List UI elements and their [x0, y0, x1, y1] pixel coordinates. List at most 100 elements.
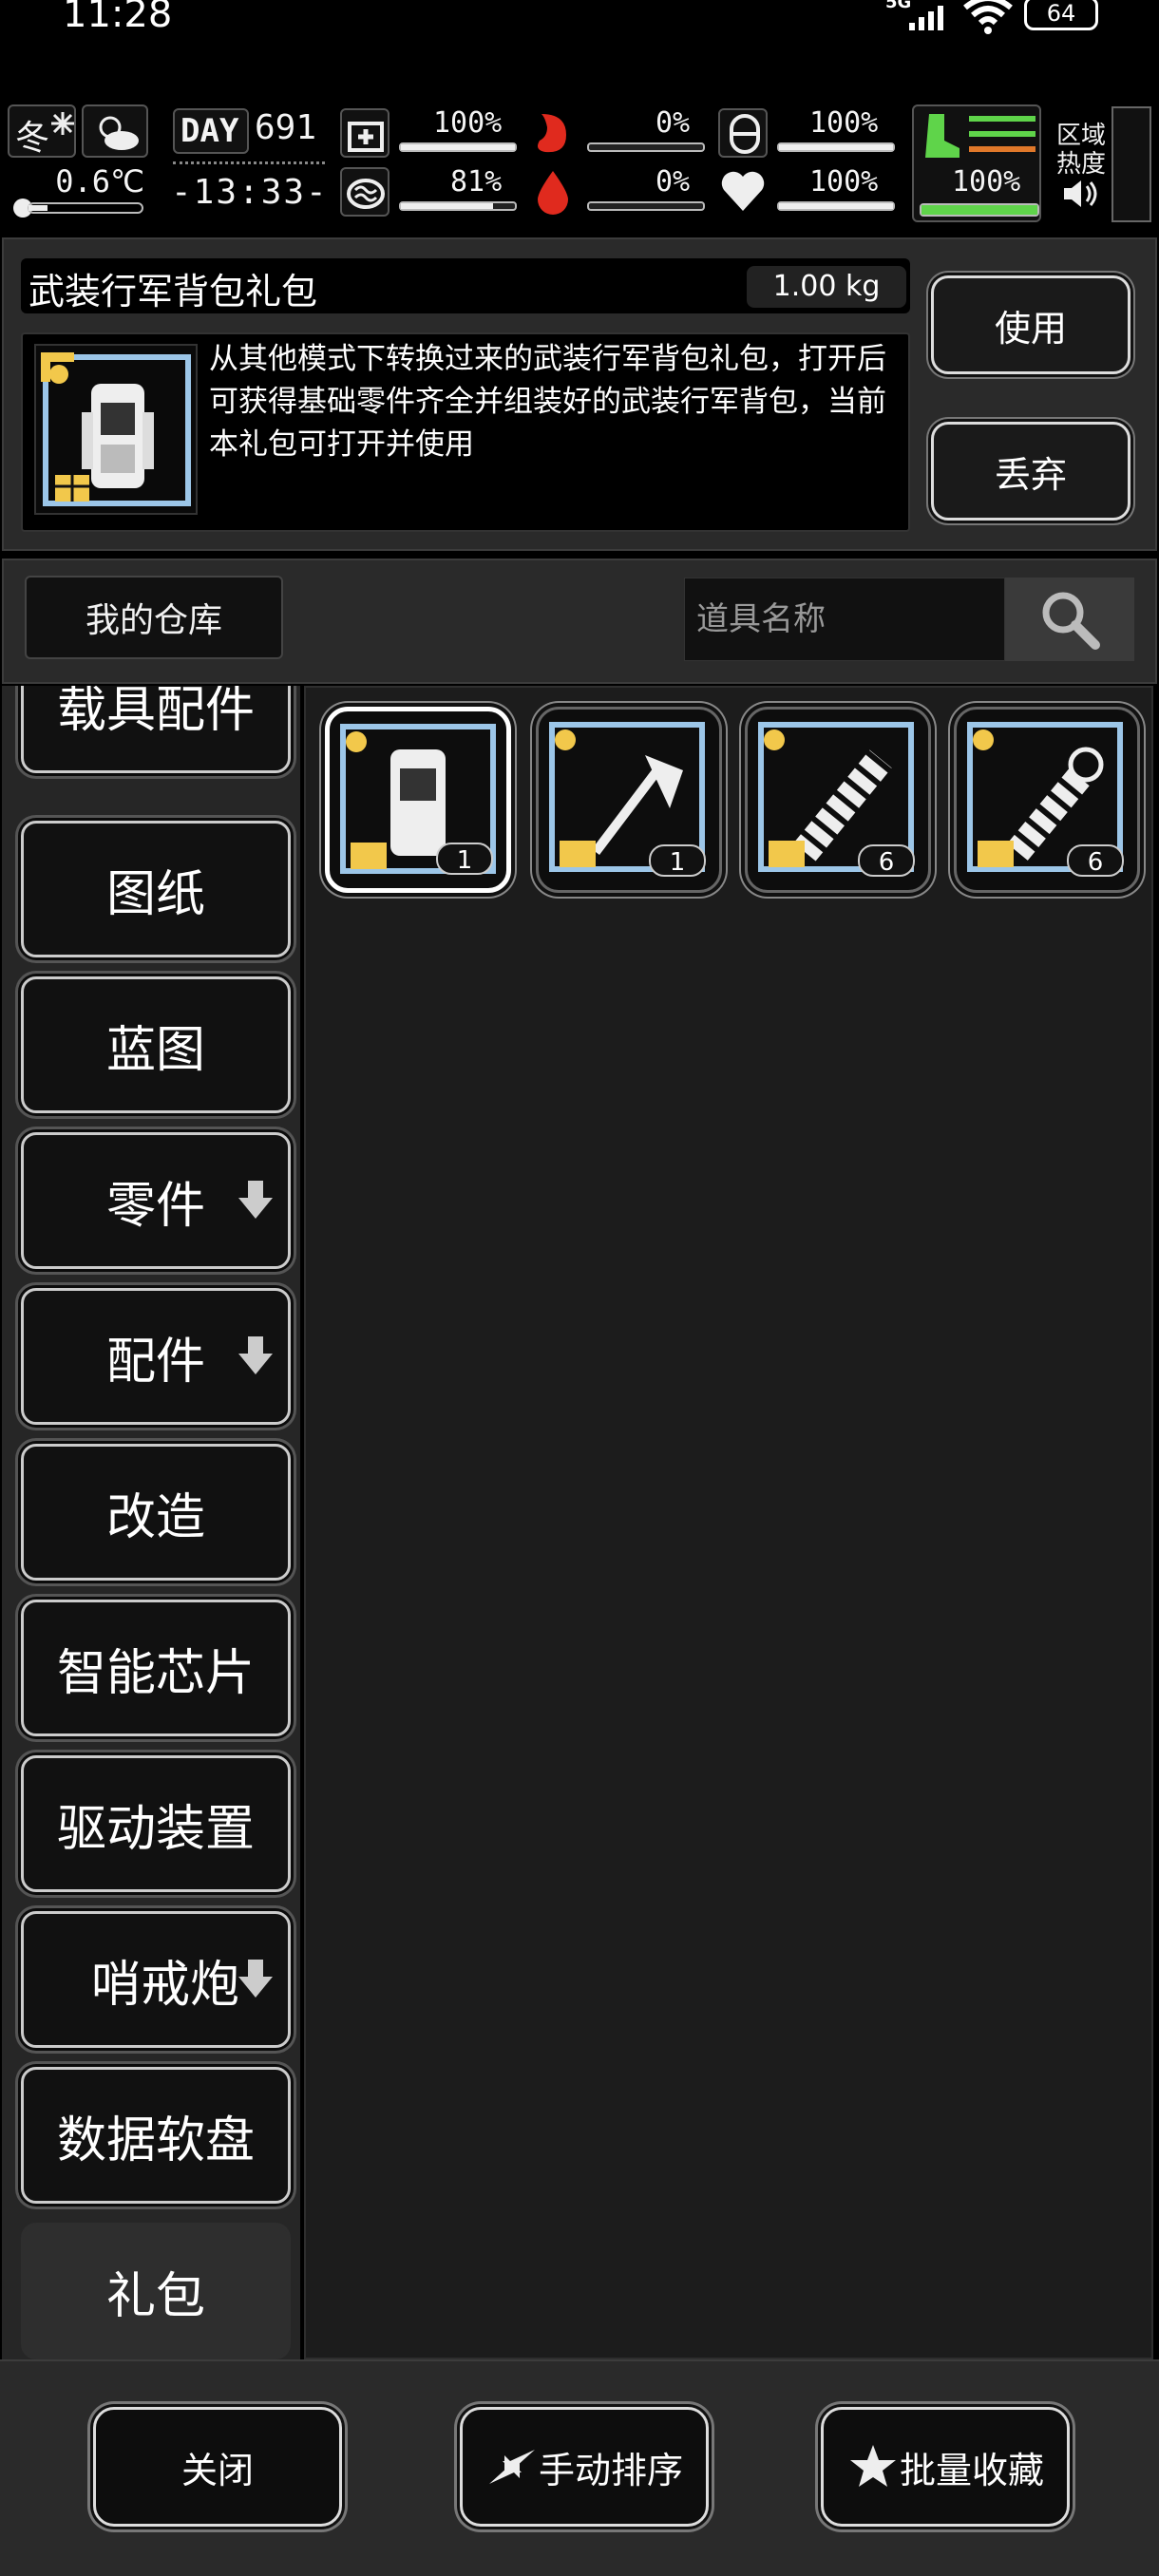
category-label: 配件	[105, 1333, 205, 1391]
inventory-slot[interactable]: 1	[325, 707, 511, 893]
health-bar-fill	[401, 144, 515, 150]
close-button[interactable]: 关闭	[93, 2407, 342, 2527]
season-label: 冬	[15, 119, 50, 158]
category-smart-chips[interactable]: 智能芯片	[21, 1600, 291, 1736]
drop-button[interactable]: 丢弃	[931, 422, 1130, 521]
category-gift-packs[interactable]: 礼包	[21, 2223, 291, 2359]
chevron-down-icon	[238, 1336, 273, 1374]
brain-icon	[347, 179, 385, 209]
stamina-box: 100%	[912, 104, 1041, 222]
capsule-icon	[730, 114, 760, 154]
weather-box	[82, 104, 148, 158]
category-sidebar[interactable]: 载具配件 图纸 蓝图 零件 配件 改造 智能芯片 驱动装置 哨戒炮 数据软盘 礼…	[2, 686, 300, 2359]
stamina-line-3	[969, 146, 1036, 152]
heart-icon	[721, 171, 765, 211]
inventory-slot[interactable]: 6	[745, 707, 931, 893]
wifi-icon	[963, 0, 1013, 34]
category-data-disks[interactable]: 数据软盘	[21, 2067, 291, 2204]
game-time: -13:33-	[171, 173, 329, 212]
category-blueprints[interactable]: 蓝图	[21, 976, 291, 1113]
item-count: 1	[649, 844, 706, 877]
item-preview	[34, 344, 198, 515]
category-label: 改造	[105, 1488, 205, 1546]
armor-bar	[777, 142, 895, 152]
inventory-slot[interactable]: 1	[536, 707, 722, 893]
item-description: 从其他模式下转换过来的武装行军背包礼包，打开后可获得基础零件齐全并组装好的武装行…	[209, 342, 886, 462]
temperature-box: 0.6℃	[8, 161, 148, 222]
medkit-icon	[348, 122, 384, 152]
day-label: DAY	[180, 112, 239, 150]
brain-bar-fill	[401, 203, 494, 209]
category-label: 图纸	[105, 865, 205, 923]
sort-arrows-icon	[488, 2450, 535, 2484]
search-button[interactable]	[1005, 578, 1134, 661]
armor-box	[718, 108, 768, 158]
item-weight: 1.00 kg	[747, 266, 906, 308]
category-label: 驱动装置	[56, 1800, 255, 1858]
temperature-value: 0.6℃	[55, 163, 144, 199]
category-sentry-guns[interactable]: 哨戒炮	[21, 1911, 291, 2048]
day-number: 691	[255, 108, 317, 147]
boot-icon	[925, 114, 960, 158]
thermometer-icon	[13, 199, 143, 218]
category-parts[interactable]: 零件	[21, 1132, 291, 1269]
brain-value: 81%	[450, 165, 503, 199]
stomach-icon	[538, 114, 566, 153]
category-label: 数据软盘	[56, 2112, 255, 2169]
search-icon	[1042, 592, 1100, 650]
heart-bar-fill	[779, 203, 893, 209]
manual-sort-button[interactable]: 手动排序	[460, 2407, 709, 2527]
backpack-gift-icon	[41, 352, 191, 506]
heart-bar	[777, 201, 895, 211]
sort-label: 手动排序	[538, 2449, 683, 2491]
time-divider	[173, 161, 325, 165]
category-label: 载具配件	[56, 686, 255, 739]
category-label: 蓝图	[105, 1021, 205, 1079]
zone-heat-meter	[1112, 106, 1151, 222]
category-drawings[interactable]: 图纸	[21, 821, 291, 957]
batch-favorite-button[interactable]: 批量收藏	[821, 2407, 1070, 2527]
heart-value: 100%	[809, 165, 879, 199]
signal-icon	[909, 6, 943, 30]
zone-heat-label-2: 热度	[1056, 150, 1107, 179]
item-count: 1	[436, 843, 493, 875]
close-label: 关闭	[180, 2449, 254, 2491]
warehouse-tab[interactable]: 我的仓库	[25, 576, 283, 659]
stamina-bar	[920, 203, 1039, 217]
item-name: 武装行军背包礼包	[28, 271, 318, 313]
fav-label: 批量收藏	[899, 2449, 1044, 2491]
battery-indicator: 64	[1024, 0, 1098, 30]
season-box: 冬	[8, 104, 76, 158]
use-button[interactable]: 使用	[931, 275, 1130, 374]
star-icon	[849, 2445, 896, 2487]
armor-bar-fill	[779, 144, 893, 150]
brain-bar	[399, 201, 517, 211]
stamina-bar-fill	[922, 205, 1037, 215]
armor-value: 100%	[809, 106, 879, 140]
cloudy-sun-icon	[99, 116, 139, 150]
category-drive-units[interactable]: 驱动装置	[21, 1755, 291, 1892]
stomach-box	[528, 108, 578, 158]
blood-value: 0%	[656, 165, 691, 199]
day-badge: DAY	[173, 108, 249, 154]
category-vehicle-parts[interactable]: 载具配件	[21, 686, 291, 773]
inventory-slot[interactable]: 6	[954, 707, 1140, 893]
blood-bar	[587, 201, 705, 211]
category-accessories[interactable]: 配件	[21, 1288, 291, 1425]
item-count: 6	[1067, 844, 1124, 877]
category-mods[interactable]: 改造	[21, 1444, 291, 1581]
category-label: 智能芯片	[56, 1644, 255, 1702]
category-label: 礼包	[105, 2267, 205, 2325]
item-count: 6	[858, 844, 915, 877]
health-value: 100%	[433, 106, 503, 140]
hunger-value: 0%	[656, 106, 691, 140]
status-time: 11:28	[63, 0, 173, 36]
search-input[interactable]	[684, 578, 1005, 661]
speaker-icon[interactable]	[1060, 177, 1102, 211]
blood-drop-icon	[538, 171, 568, 215]
heart-box	[718, 167, 768, 217]
hunger-bar	[587, 142, 705, 152]
category-label: 哨戒炮	[90, 1956, 239, 2014]
blood-box	[528, 167, 578, 217]
chevron-down-icon	[238, 1960, 273, 1998]
